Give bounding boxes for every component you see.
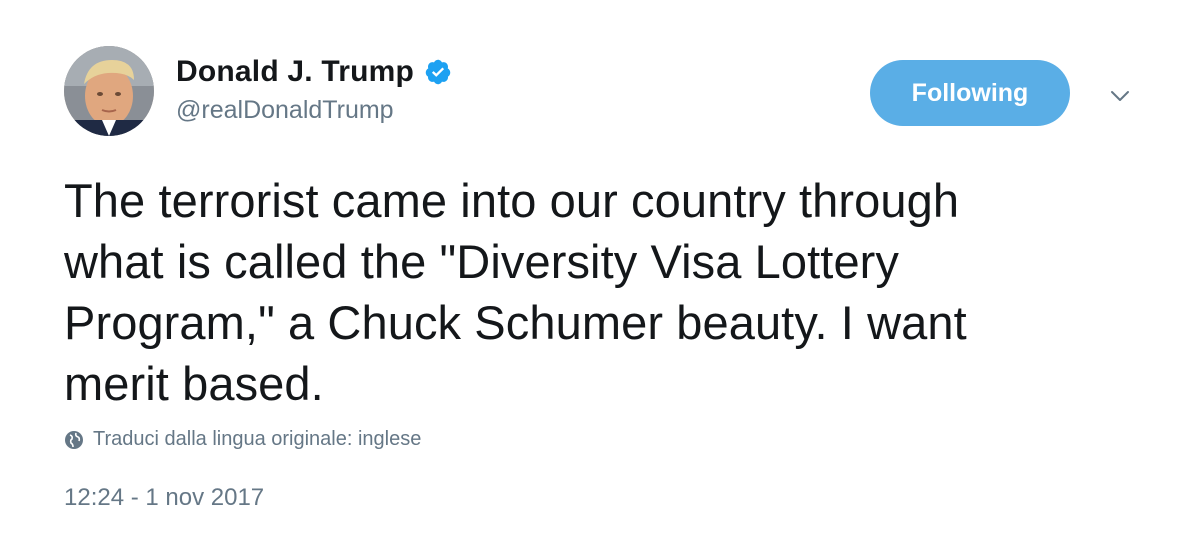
chevron-down-icon[interactable] xyxy=(1104,80,1136,112)
translate-link[interactable]: Traduci dalla lingua originale: inglese xyxy=(64,428,421,451)
translate-label: Traduci dalla lingua originale: inglese xyxy=(93,428,422,450)
avatar[interactable] xyxy=(64,46,154,136)
globe-icon xyxy=(64,430,84,450)
author-name-row: Donald J. Trump xyxy=(176,52,452,92)
author-display-name[interactable]: Donald J. Trump xyxy=(176,55,414,89)
tweet-text-line: merit based. xyxy=(64,357,324,410)
tweet-card: Donald J. Trump @realDonaldTrump Followi… xyxy=(0,0,1200,542)
following-button[interactable]: Following xyxy=(870,60,1070,126)
tweet-text-line: The terrorist came into our country thro… xyxy=(64,174,960,227)
verified-badge-icon xyxy=(424,58,452,86)
tweet-text-line: what is called the "Diversity Visa Lotte… xyxy=(64,235,900,288)
tweet-text-line: Program," a Chuck Schumer beauty. I want xyxy=(64,296,967,349)
tweet-timestamp[interactable]: 12:24 - 1 nov 2017 xyxy=(64,484,264,512)
tweet-text: The terrorist came into our country thro… xyxy=(64,170,1144,414)
author-handle[interactable]: @realDonaldTrump xyxy=(176,96,394,125)
profile-photo-icon xyxy=(64,46,154,136)
